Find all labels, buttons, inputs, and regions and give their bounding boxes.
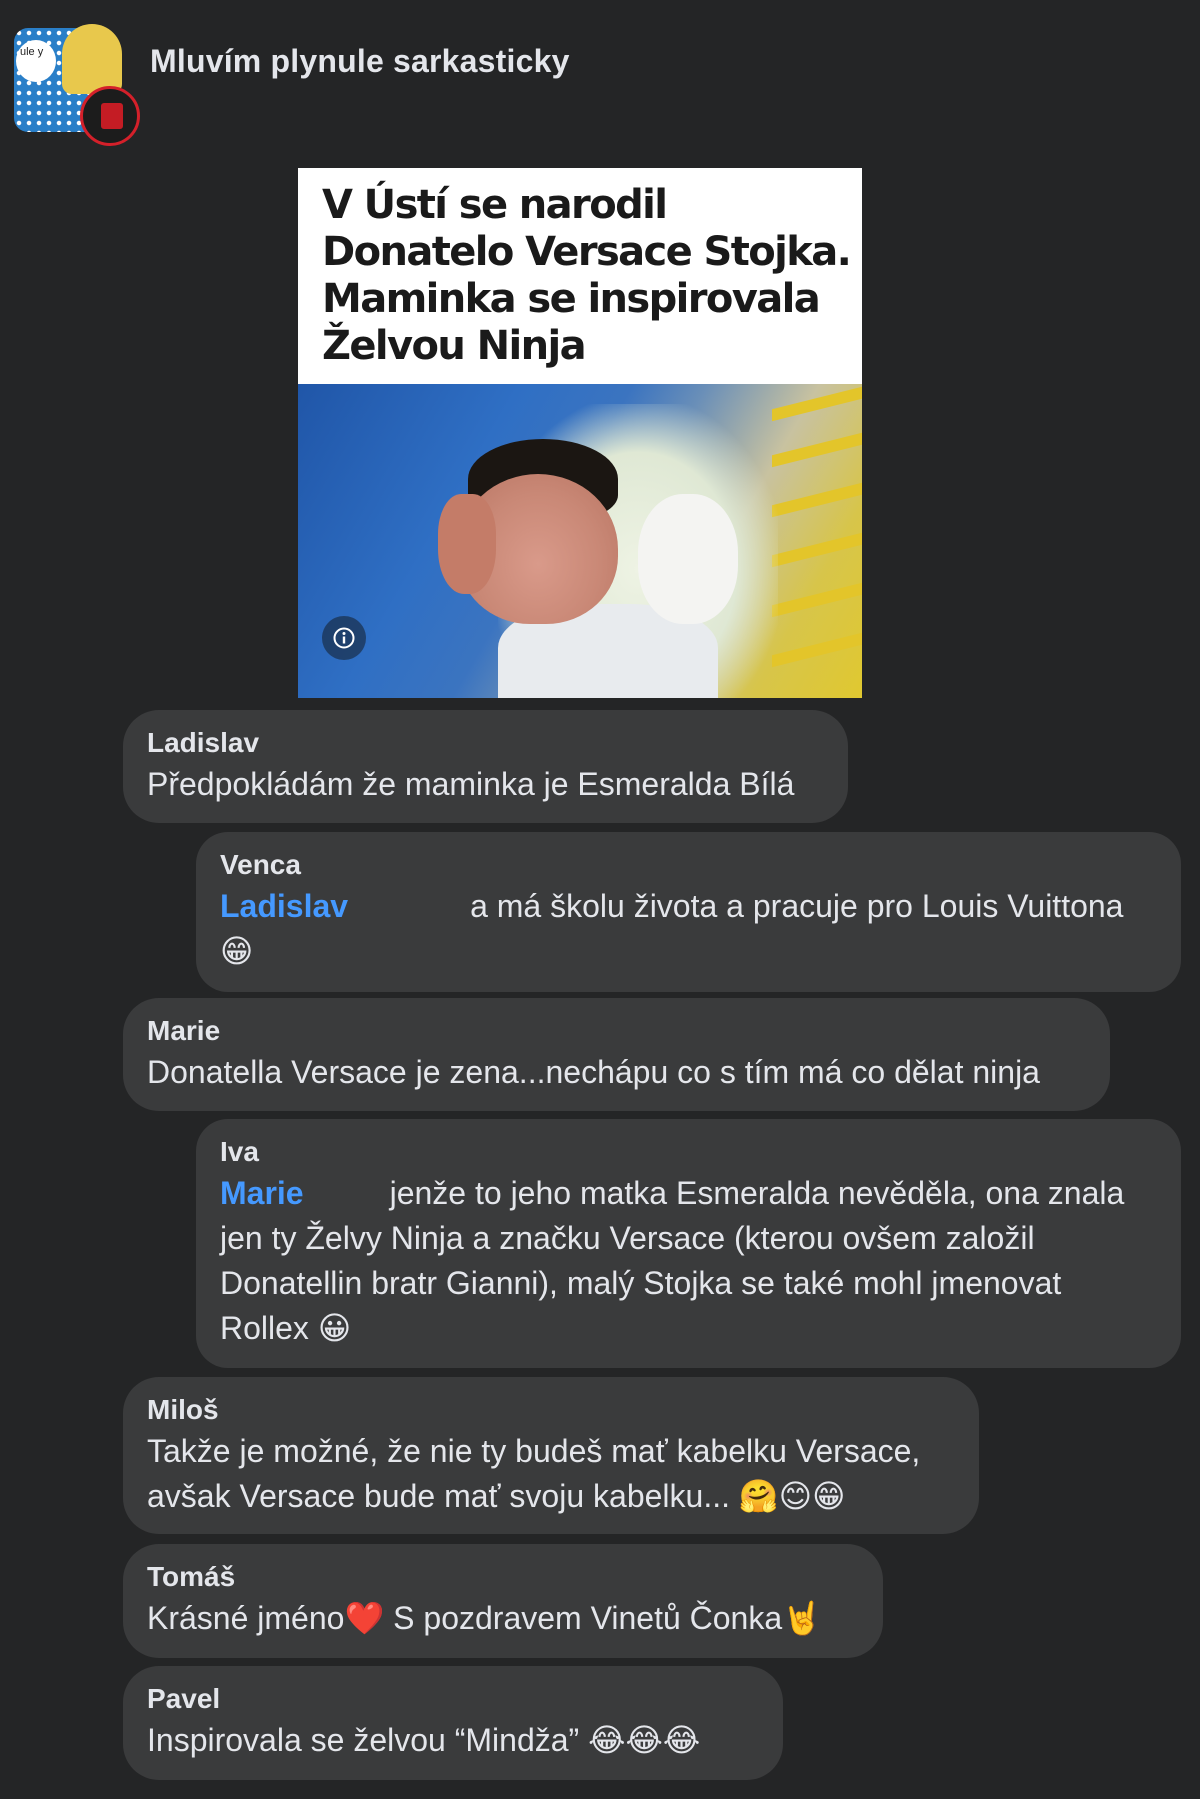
group-header: ule y Mluvím plynule sarkasticky [14,24,570,146]
grinning-emoji: 😁 [220,932,254,970]
comment-body-line: jen ty Želvy Ninja a značku Versace (kte… [220,1220,1035,1256]
post-image[interactable]: V Ústí se narodil Donatelo Versace Stojk… [298,168,862,698]
comment-text: Inspirovala se želvou “Mindža” 😂😂😂 [147,1718,759,1763]
comment-author[interactable]: Ladislav [147,726,824,760]
group-avatar[interactable]: ule y [14,24,140,146]
comment-body-line: Donatellin bratr Gianni), malý Stojka se… [220,1265,1062,1301]
comment-text: Krásné jméno❤️ S pozdravem Vinetů Čonka🤘 [147,1596,859,1641]
comment-author[interactable]: Miloš [147,1393,955,1427]
avatar-cartoon-figure [62,24,122,94]
crib-rail [772,532,862,568]
comment-author[interactable]: Marie [147,1014,1086,1048]
avatar-speech-bubble: ule y [16,40,56,82]
comment-body-line: avšak Versace bude mať svoju kabelku... [147,1478,730,1514]
baby-photo [298,384,862,698]
mention-link[interactable]: Ladislav [220,888,348,924]
comment-body: Inspirovala se želvou “Mindža” [147,1722,580,1758]
info-circle-icon [333,627,355,649]
comment-author[interactable]: Iva [220,1135,1157,1169]
comment-text: Předpokládám že maminka je Esmeralda Bíl… [147,766,795,802]
comment-pavel[interactable]: Pavel Inspirovala se želvou “Mindža” 😂😂😂 [123,1666,783,1780]
comment-ladislav[interactable]: Ladislav Předpokládám že maminka je Esme… [123,710,848,823]
comment-body: Krásné jméno [147,1600,345,1636]
crib-rail [772,432,862,468]
crib-rail [772,386,862,422]
heart-emoji: ❤️ [344,1599,385,1637]
post-headline: V Ústí se narodil Donatelo Versace Stojk… [322,182,852,369]
crib-rail [772,632,862,668]
comment-marie[interactable]: Marie Donatella Versace je zena...necháp… [123,998,1110,1111]
comment-body-line: jenže to jeho matka Esmeralda nevěděla, … [389,1175,1125,1211]
baby-hand [438,494,496,594]
comment-author[interactable]: Pavel [147,1682,759,1716]
info-icon[interactable] [322,616,366,660]
baby-mitten [638,494,738,624]
crib-rail [772,582,862,618]
rock-on-emoji: 🤘 [782,1599,822,1637]
comment-author[interactable]: Tomáš [147,1560,859,1594]
group-title[interactable]: Mluvím plynule sarkasticky [150,43,570,80]
avatar-badge [80,86,140,146]
hug-smile-grin-emoji: 🤗😊😁 [738,1477,846,1515]
comment-tomas[interactable]: Tomáš Krásné jméno❤️ S pozdravem Vinetů … [123,1544,883,1658]
mention-link[interactable]: Marie [220,1175,304,1211]
laughing-tears-emoji: 😂😂😂 [588,1721,701,1759]
comment-body-line: Takže je možné, že nie ty budeš mať kabe… [147,1433,921,1469]
comment-text: Ladislav a má školu života a pracuje pro … [220,884,1157,974]
comment-body: a má školu života a pracuje pro Louis Vu… [470,888,1124,924]
comment-body-line: Rollex [220,1310,309,1346]
comment-venca[interactable]: Venca Ladislav a má školu života a pracuj… [196,832,1181,992]
comment-body: S pozdravem Vinetů Čonka [384,1600,783,1636]
comment-text: Marie jenže to jeho matka Esmeralda nevěd… [220,1171,1157,1351]
comment-milos[interactable]: Miloš Takže je možné, že nie ty budeš ma… [123,1377,979,1534]
comment-text: Donatella Versace je zena...nechápu co s… [147,1054,1040,1090]
crib-rail [772,482,862,518]
comment-iva[interactable]: Iva Marie jenže to jeho matka Esmeralda n… [196,1119,1181,1368]
smiley-emoji: 😀 [317,1309,352,1347]
comment-text: Takže je možné, že nie ty budeš mať kabe… [147,1429,955,1519]
comment-author[interactable]: Venca [220,848,1157,882]
